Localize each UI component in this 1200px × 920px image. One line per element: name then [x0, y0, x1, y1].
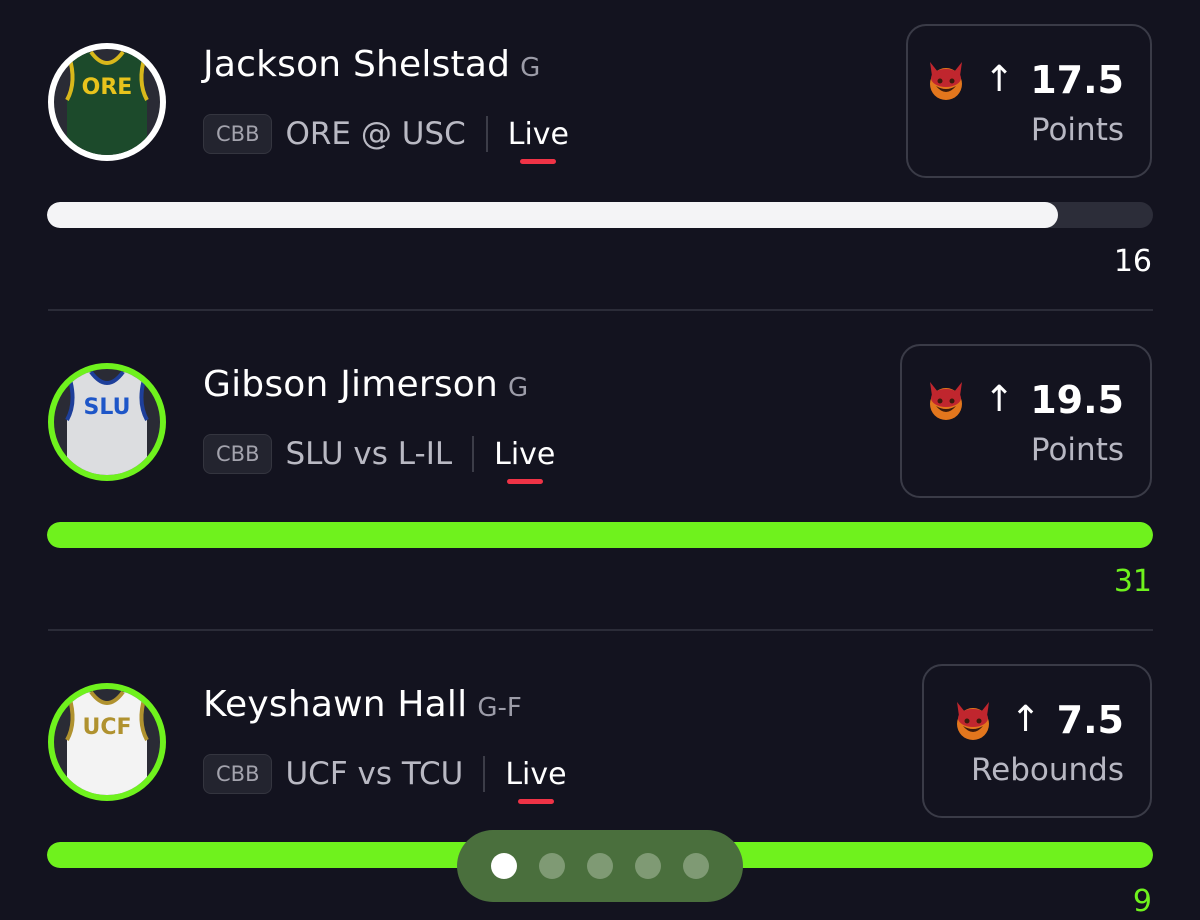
- live-indicator: [506, 478, 543, 484]
- page-indicator[interactable]: [457, 830, 743, 902]
- projection-value: 19.5: [1030, 378, 1124, 422]
- separator: [472, 436, 475, 472]
- current-stat-value: 31: [1113, 564, 1152, 599]
- player-card[interactable]: ORE Jackson Shelstad G CBB ORE @ USC Live…: [0, 0, 1200, 320]
- demon-icon: [922, 56, 970, 104]
- player-avatar: UCF: [47, 682, 167, 802]
- game-info-row: CBB ORE @ USC Live: [203, 113, 569, 164]
- stat-type-label: Points: [1030, 112, 1124, 148]
- player-name-row: Gibson Jimerson G: [203, 364, 528, 405]
- live-status: Live: [505, 756, 567, 804]
- svg-text:ORE: ORE: [82, 75, 133, 100]
- projection-box[interactable]: ↑ 19.5 Points: [900, 344, 1152, 498]
- matchup-text: ORE @ USC: [285, 116, 466, 152]
- progress-fill: [47, 202, 1058, 228]
- separator: [483, 756, 486, 792]
- player-name: Jackson Shelstad: [203, 44, 511, 85]
- page-dot[interactable]: [587, 853, 613, 879]
- page-dot[interactable]: [491, 853, 517, 879]
- player-position: G: [508, 373, 529, 403]
- projection-box[interactable]: ↑ 7.5 Rebounds: [922, 664, 1152, 818]
- player-card[interactable]: SLU Gibson Jimerson G CBB SLU vs L-IL Liv…: [0, 320, 1200, 640]
- live-label: Live: [505, 756, 567, 792]
- live-indicator: [517, 798, 554, 804]
- current-stat-value: 9: [1132, 884, 1152, 919]
- projection-value: 7.5: [1056, 698, 1124, 742]
- game-info-row: CBB SLU vs L-IL Live: [203, 433, 556, 484]
- divider: [48, 629, 1153, 631]
- matchup-text: SLU vs L-IL: [285, 436, 453, 472]
- player-position: G: [520, 53, 541, 83]
- progress-bar: [47, 522, 1153, 548]
- projection-value: 17.5: [1030, 58, 1124, 102]
- stat-type-label: Rebounds: [971, 752, 1124, 788]
- league-badge: CBB: [203, 114, 273, 154]
- arrow-up-icon: ↑: [984, 379, 1015, 420]
- current-stat-value: 16: [1113, 244, 1152, 279]
- league-badge: CBB: [203, 754, 273, 794]
- player-projection-list: ORE Jackson Shelstad G CBB ORE @ USC Live…: [0, 0, 1200, 920]
- live-status: Live: [494, 436, 556, 484]
- svg-text:SLU: SLU: [84, 395, 131, 420]
- player-avatar: ORE: [47, 42, 167, 162]
- page-dot[interactable]: [539, 853, 565, 879]
- progress-fill: [47, 522, 1153, 548]
- projection-box[interactable]: ↑ 17.5 Points: [906, 24, 1152, 178]
- demon-icon: [949, 696, 997, 744]
- league-badge: CBB: [203, 434, 273, 474]
- player-avatar: SLU: [47, 362, 167, 482]
- player-position: G-F: [477, 693, 522, 723]
- arrow-up-icon: ↑: [1010, 699, 1041, 740]
- separator: [485, 116, 488, 152]
- demon-icon: [922, 376, 970, 424]
- live-label: Live: [507, 116, 569, 152]
- game-info-row: CBB UCF vs TCU Live: [203, 753, 567, 804]
- player-name: Gibson Jimerson: [203, 364, 499, 405]
- page-dot[interactable]: [635, 853, 661, 879]
- progress-bar: [47, 202, 1153, 228]
- stat-type-label: Points: [1030, 432, 1124, 468]
- projection-line: ↑ 19.5: [922, 376, 1124, 424]
- player-name-row: Jackson Shelstad G: [203, 44, 540, 85]
- divider: [48, 309, 1153, 311]
- player-name: Keyshawn Hall: [203, 684, 468, 725]
- projection-line: ↑ 17.5: [922, 56, 1124, 104]
- svg-text:UCF: UCF: [82, 715, 131, 740]
- live-status: Live: [507, 116, 569, 164]
- live-label: Live: [494, 436, 556, 472]
- live-indicator: [520, 158, 557, 164]
- page-dot[interactable]: [683, 853, 709, 879]
- player-name-row: Keyshawn Hall G-F: [203, 684, 522, 725]
- projection-line: ↑ 7.5: [949, 696, 1124, 744]
- arrow-up-icon: ↑: [984, 59, 1015, 100]
- matchup-text: UCF vs TCU: [285, 756, 464, 792]
